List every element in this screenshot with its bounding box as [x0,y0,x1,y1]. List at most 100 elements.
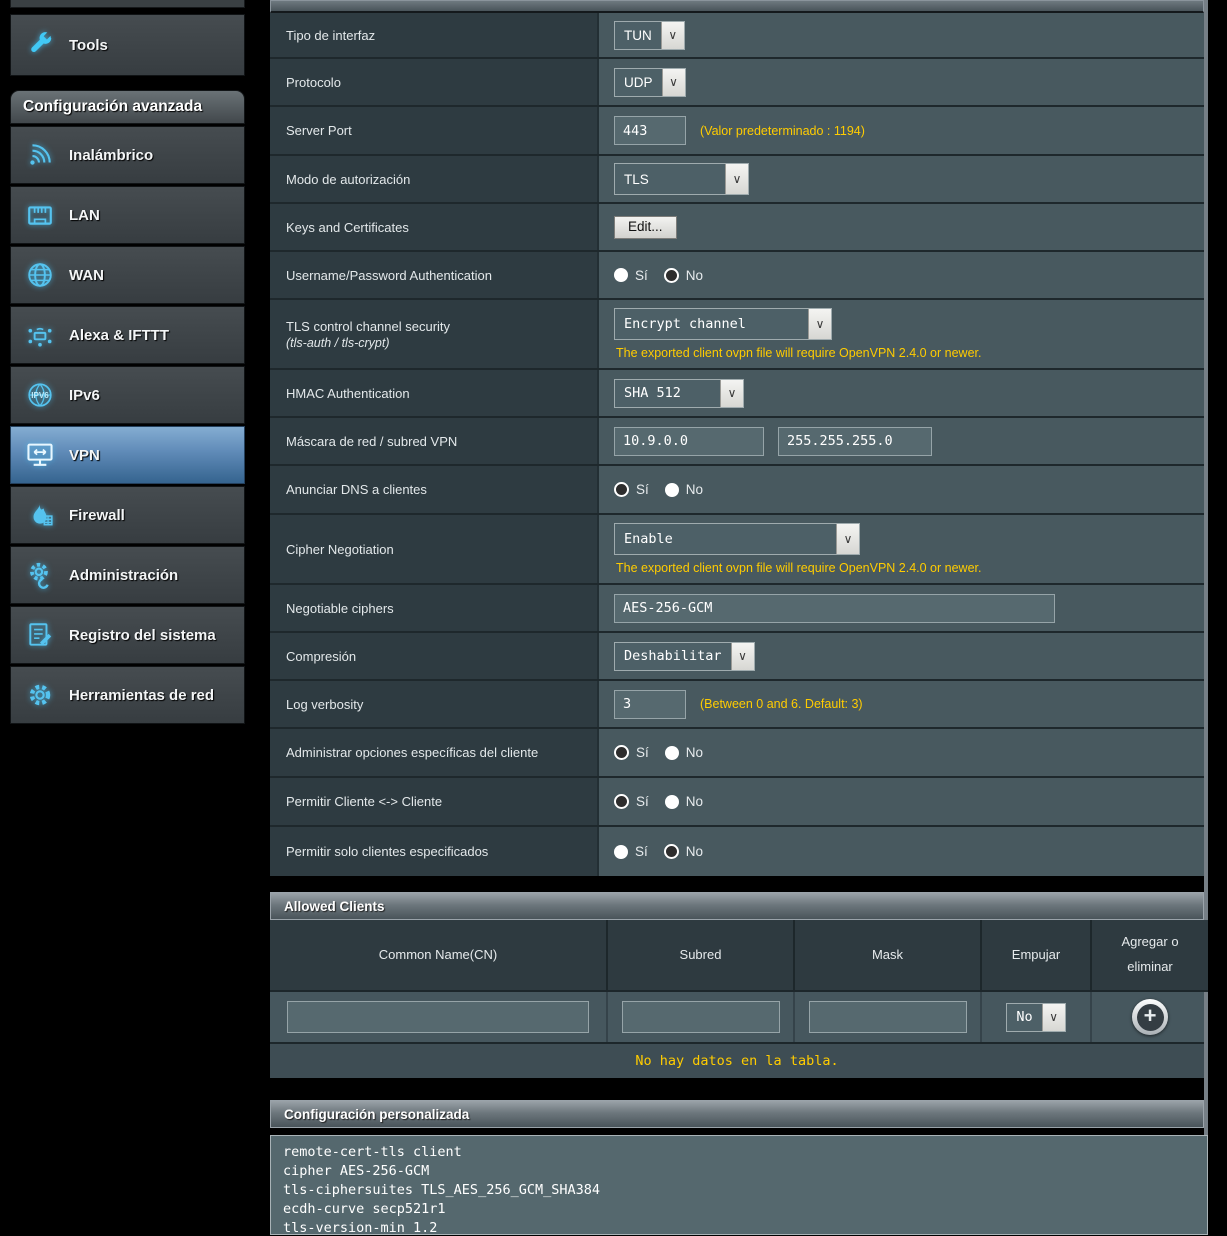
allowed-clients-input-row: No ∨ + [270,992,1204,1042]
compression-select[interactable]: Deshabilitar ∨ [614,641,755,671]
sidebar-item-firewall[interactable]: Firewall [10,486,245,544]
chevron-down-icon: ∨ [661,68,685,96]
field-label: Keys and Certificates [286,219,409,235]
sidebar-item-ipv6[interactable]: IPV6 IPv6 [10,366,245,424]
chevron-down-icon: ∨ [660,21,684,49]
firewall-icon [11,501,69,529]
field-label: Tipo de interfaz [286,27,376,43]
auth-mode-select[interactable]: TLS ∨ [614,163,749,195]
svg-text:IPV6: IPV6 [31,391,49,400]
only-specified-clients-radio-group: Sí No [614,844,1204,859]
row-protocol: Protocolo UDP ∨ [270,59,1204,107]
field-label: Anunciar DNS a clientes [286,482,427,497]
row-tls-control-channel: TLS control channel security (tls-auth /… [270,300,1204,370]
allowed-clients-header: Allowed Clients [270,892,1204,920]
admin-gear-icon [11,561,69,589]
chevron-down-icon: ∨ [730,642,754,670]
subnet-input[interactable] [621,1001,780,1033]
field-label: TLS control channel security [286,318,451,334]
wireless-icon [11,141,69,169]
field-label: Máscara de red / subred VPN [286,433,458,449]
common-name-input[interactable] [287,1001,589,1033]
sidebar-item-administration[interactable]: Administración [10,546,245,604]
sidebar-item-system-log[interactable]: Registro del sistema [10,606,245,664]
sidebar-item-wan[interactable]: WAN [10,246,245,304]
push-select[interactable]: No ∨ [1006,1002,1066,1032]
mask-input[interactable] [808,1001,967,1033]
client-to-client-radio-group: Sí No [614,794,1204,809]
row-client-to-client: Permitir Cliente <-> Cliente Sí No [270,778,1204,827]
row-only-specified-clients: Permitir solo clientes especificados Sí … [270,827,1204,876]
server-port-input[interactable] [614,116,686,145]
field-label: Permitir solo clientes especificados [286,844,489,859]
openvpn-version-note: The exported client ovpn file will requi… [616,561,982,575]
field-sublabel: (tls-auth / tls-crypt) [286,335,390,350]
sidebar: Tools Configuración avanzada Inalámbrico… [10,0,245,726]
system-log-icon [11,621,69,649]
main-content: Tipo de interfaz TUN ∨ Protocolo UDP ∨ S… [270,0,1208,1235]
tls-control-select[interactable]: Encrypt channel ∨ [614,308,832,340]
field-label: HMAC Authentication [286,385,410,401]
custom-config-textarea[interactable]: remote-cert-tls client cipher AES-256-GC… [270,1135,1208,1235]
userpass-auth-radio-group: Sí No [614,267,1204,283]
lan-icon [11,201,69,229]
field-label: Cipher Negotiation [286,541,394,557]
wrench-icon [11,30,69,60]
radio-no[interactable] [664,794,679,809]
column-header-push: Empujar [982,920,1092,992]
field-label: Negotiable ciphers [286,600,394,616]
row-manage-client-options: Administrar opciones específicas del cli… [270,729,1204,778]
radio-no[interactable] [664,745,679,760]
row-server-port: Server Port (Valor predeterminado : 1194… [270,107,1204,156]
sidebar-item-alexa-ifttt[interactable]: Alexa & IFTTT [10,306,245,364]
field-label: Username/Password Authentication [286,267,492,283]
row-keys-certificates: Keys and Certificates Edit... [270,204,1204,252]
protocol-select[interactable]: UDP ∨ [614,67,686,97]
cipher-negotiation-select[interactable]: Enable ∨ [614,523,860,555]
field-label: Log verbosity [286,696,364,712]
field-label: Modo de autorización [286,171,411,187]
sidebar-item-tools[interactable]: Tools [10,14,245,76]
allowed-clients-table-header: Common Name(CN) Subred Mask Empujar Agre… [270,920,1208,992]
hmac-auth-select[interactable]: SHA 512 ∨ [614,378,744,408]
sidebar-item-wireless[interactable]: Inalámbrico [10,126,245,184]
sidebar-item-lan[interactable]: LAN [10,186,245,244]
advertise-dns-radio-group: Sí No [614,482,1204,497]
chevron-down-icon: ∨ [808,309,831,339]
row-interface-type: Tipo de interfaz TUN ∨ [270,13,1204,59]
table-empty-message: No hay datos en la tabla. [270,1042,1204,1078]
radio-yes[interactable] [614,794,629,809]
row-compression: Compresión Deshabilitar ∨ [270,633,1204,681]
radio-no[interactable] [664,482,679,497]
radio-yes[interactable] [614,745,629,760]
radio-no[interactable] [663,844,679,859]
column-header-add-delete: Agregar o eliminar [1092,920,1208,992]
openvpn-version-note: The exported client ovpn file will requi… [616,346,982,360]
sidebar-item-vpn[interactable]: VPN [10,426,245,484]
vpn-netmask-input[interactable] [778,426,932,456]
interface-type-select[interactable]: TUN ∨ [614,20,685,50]
radio-yes[interactable] [614,482,629,497]
radio-yes[interactable] [614,844,628,859]
row-cipher-negotiation: Cipher Negotiation Enable ∨ The exported… [270,515,1204,585]
sidebar-section-advanced-settings: Configuración avanzada [10,90,245,124]
openvpn-settings-page: Tools Configuración avanzada Inalámbrico… [0,0,1227,1236]
column-header-common-name: Common Name(CN) [270,920,608,992]
row-negotiable-ciphers: Negotiable ciphers [270,585,1204,633]
edit-keys-button[interactable]: Edit... [614,215,677,239]
chevron-down-icon: ∨ [836,524,859,554]
custom-config-header: Configuración personalizada [270,1100,1204,1128]
section-header-partial [270,0,1204,13]
vpn-subnet-input[interactable] [614,426,764,456]
sidebar-item-label: Tools [69,36,108,54]
alexa-ifttt-icon [11,321,69,349]
add-client-button[interactable]: + [1132,999,1168,1035]
radio-no[interactable] [663,267,679,283]
field-label: Protocolo [286,74,341,90]
field-label: Compresión [286,648,357,664]
field-label: Server Port [286,123,352,138]
radio-yes[interactable] [614,268,628,282]
negotiable-ciphers-input[interactable] [614,593,1055,623]
sidebar-item-network-tools[interactable]: Herramientas de red [10,666,245,724]
log-verbosity-input[interactable] [614,689,686,719]
